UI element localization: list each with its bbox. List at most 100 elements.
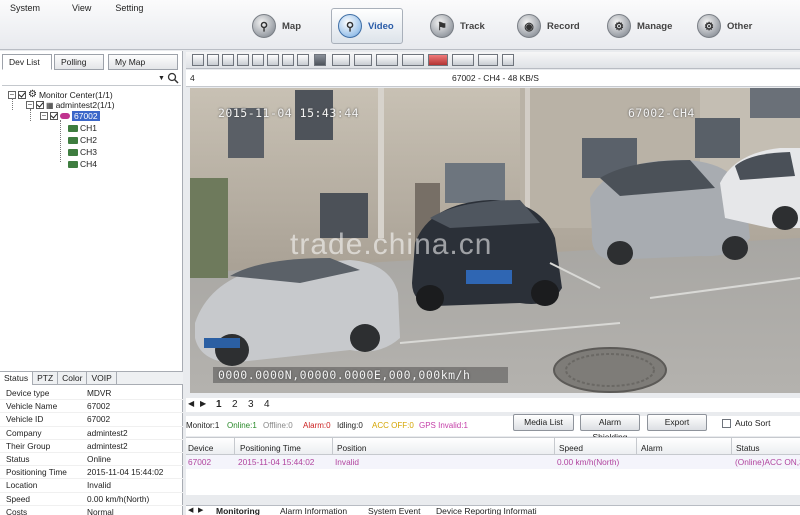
tree-group-checkbox[interactable] bbox=[36, 101, 44, 109]
property-value: 67002 bbox=[87, 401, 111, 412]
page-tab-1[interactable]: 1 bbox=[216, 399, 222, 410]
column-separator bbox=[234, 438, 235, 455]
property-value: admintest2 bbox=[87, 427, 128, 438]
tree-channel-ch2[interactable]: CH2 bbox=[68, 135, 97, 145]
auto-sort[interactable]: Auto Sort bbox=[722, 418, 770, 428]
property-row: Positioning Time 2015-11-04 15:44:02 bbox=[0, 466, 183, 480]
tab-my-map[interactable]: My Map bbox=[108, 54, 178, 70]
tab-dev-list[interactable]: Dev List bbox=[2, 54, 52, 70]
menu-system[interactable]: System bbox=[0, 3, 50, 13]
prev-tab-icon[interactable]: ◀ bbox=[188, 506, 193, 514]
nav-other-button[interactable]: ⚙ Other bbox=[691, 8, 760, 44]
tab-color[interactable]: Color bbox=[58, 372, 88, 385]
table-row[interactable]: 67002 2015-11-04 15:44:02 Invalid 0.00 k… bbox=[186, 455, 800, 469]
camera-icon bbox=[68, 136, 78, 144]
channel-label: CH2 bbox=[80, 135, 98, 145]
export-button[interactable]: Export bbox=[647, 414, 707, 431]
next-tab-icon[interactable]: ▶ bbox=[198, 506, 203, 514]
col-device[interactable]: Device bbox=[188, 443, 213, 453]
collapse-icon[interactable]: – bbox=[40, 112, 48, 120]
top-bar: System View Setting ⚲ Map ⚲ Video ⚑ Trac… bbox=[0, 0, 800, 50]
tree-group[interactable]: – ▦ admintest2(1/1) bbox=[26, 100, 115, 110]
play-icon[interactable] bbox=[452, 54, 474, 66]
auto-sort-label: Auto Sort bbox=[735, 418, 771, 428]
tab-device-reporting[interactable]: Device Reporting Informati bbox=[436, 506, 537, 515]
status-offline: Offline:0 bbox=[263, 421, 293, 430]
column-separator bbox=[731, 438, 732, 455]
split-dropdown-icon[interactable] bbox=[354, 54, 372, 66]
fullscreen-icon[interactable] bbox=[314, 54, 326, 66]
stream-dropdown-icon[interactable] bbox=[332, 54, 350, 66]
page-tab-4[interactable]: 4 bbox=[264, 399, 270, 410]
properties-list: Device type MDVR Vehicle Name 67002 Vehicl… bbox=[0, 387, 183, 515]
tree-root-label: Monitor Center(1/1) bbox=[38, 89, 113, 100]
more-icon[interactable] bbox=[502, 54, 514, 66]
col-positioning-time[interactable]: Positioning Time bbox=[240, 443, 301, 453]
property-value: MDVR bbox=[87, 388, 112, 399]
nav-record-button[interactable]: ◉ Record bbox=[511, 8, 588, 44]
nav-track-button[interactable]: ⚑ Track bbox=[424, 8, 493, 44]
cell-positioning-time: 2015-11-04 15:44:02 bbox=[238, 457, 315, 467]
camera-feed bbox=[190, 88, 800, 393]
tree-device[interactable]: – 67002 bbox=[40, 111, 100, 121]
tab-system-event[interactable]: System Event bbox=[368, 506, 420, 515]
status-acc-off: ACC OFF:0 bbox=[372, 421, 414, 430]
page-tab-3[interactable]: 3 bbox=[248, 399, 254, 410]
tab-monitoring[interactable]: Monitoring bbox=[216, 506, 260, 515]
property-row: Vehicle Name 67002 bbox=[0, 400, 183, 414]
tree-channel-ch1[interactable]: CH1 bbox=[68, 123, 97, 133]
menu-bar: System View Setting bbox=[0, 3, 153, 13]
tab-alarm-information[interactable]: Alarm Information bbox=[280, 506, 347, 515]
media-list-button[interactable]: Media List bbox=[513, 414, 574, 431]
col-speed[interactable]: Speed bbox=[559, 443, 583, 453]
layout-13-icon[interactable] bbox=[282, 54, 294, 66]
video-view[interactable]: 2015-11-04 15:43:44 67002-CH4 0000.0000N… bbox=[190, 88, 800, 393]
page-tab-2[interactable]: 2 bbox=[232, 399, 238, 410]
layout-4-icon[interactable] bbox=[207, 54, 219, 66]
nav-manage-button[interactable]: ⚙ Manage bbox=[601, 8, 680, 44]
menu-setting[interactable]: Setting bbox=[105, 3, 153, 13]
vehicle-table: Device Positioning Time Position Speed A… bbox=[186, 437, 800, 495]
stop-icon[interactable] bbox=[478, 54, 498, 66]
tab-ptz[interactable]: PTZ bbox=[33, 372, 59, 385]
layout-6-icon[interactable] bbox=[222, 54, 234, 66]
manage-icon: ⚙ bbox=[607, 14, 631, 38]
record-video-icon[interactable] bbox=[428, 54, 448, 66]
nav-video-button[interactable]: ⚲ Video bbox=[331, 8, 403, 44]
tab-voip[interactable]: VOIP bbox=[87, 372, 117, 385]
tree-channel-ch4[interactable]: CH4 bbox=[68, 159, 97, 169]
chevron-down-icon[interactable]: ▼ bbox=[158, 75, 165, 82]
col-status[interactable]: Status bbox=[736, 443, 760, 453]
next-page-icon[interactable]: ▶ bbox=[200, 399, 206, 408]
status-gps-invalid: GPS Invalid:1 bbox=[419, 421, 468, 430]
property-key: Speed bbox=[6, 493, 30, 504]
auto-sort-checkbox[interactable] bbox=[722, 418, 731, 428]
layout-1-icon[interactable] bbox=[192, 54, 204, 66]
tab-polling[interactable]: Polling bbox=[54, 54, 104, 70]
property-value: Online bbox=[87, 454, 111, 465]
property-key: Company bbox=[6, 427, 42, 438]
collapse-icon[interactable]: – bbox=[26, 101, 34, 109]
device-search-input[interactable]: ▼ bbox=[2, 72, 181, 86]
tree-device-label: 67002 bbox=[72, 111, 100, 121]
nav-map-button[interactable]: ⚲ Map bbox=[246, 8, 309, 44]
tree-root[interactable]: – ⚙ Monitor Center(1/1) bbox=[8, 89, 113, 100]
tab-status[interactable]: Status bbox=[0, 372, 34, 385]
nav-video-label: Video bbox=[368, 20, 394, 32]
col-alarm[interactable]: Alarm bbox=[641, 443, 663, 453]
layout-10-icon[interactable] bbox=[267, 54, 279, 66]
window-dropdown-icon[interactable] bbox=[376, 54, 398, 66]
layout-9-icon[interactable] bbox=[252, 54, 264, 66]
layout-16-icon[interactable] bbox=[297, 54, 309, 66]
search-icon[interactable] bbox=[167, 72, 179, 84]
tree-device-checkbox[interactable] bbox=[50, 112, 58, 120]
prev-page-icon[interactable]: ◀ bbox=[188, 399, 194, 408]
window-page-tabs: ◀ ▶ 1 2 3 4 bbox=[186, 398, 800, 412]
alarm-shielding-button[interactable]: Alarm Shielding bbox=[580, 414, 640, 442]
col-position[interactable]: Position bbox=[337, 443, 367, 453]
layout-8-icon[interactable] bbox=[237, 54, 249, 66]
menu-view[interactable]: View bbox=[62, 3, 101, 13]
tree-root-checkbox[interactable] bbox=[18, 90, 26, 99]
tree-channel-ch3[interactable]: CH3 bbox=[68, 147, 97, 157]
snapshot-icon[interactable] bbox=[402, 54, 424, 66]
